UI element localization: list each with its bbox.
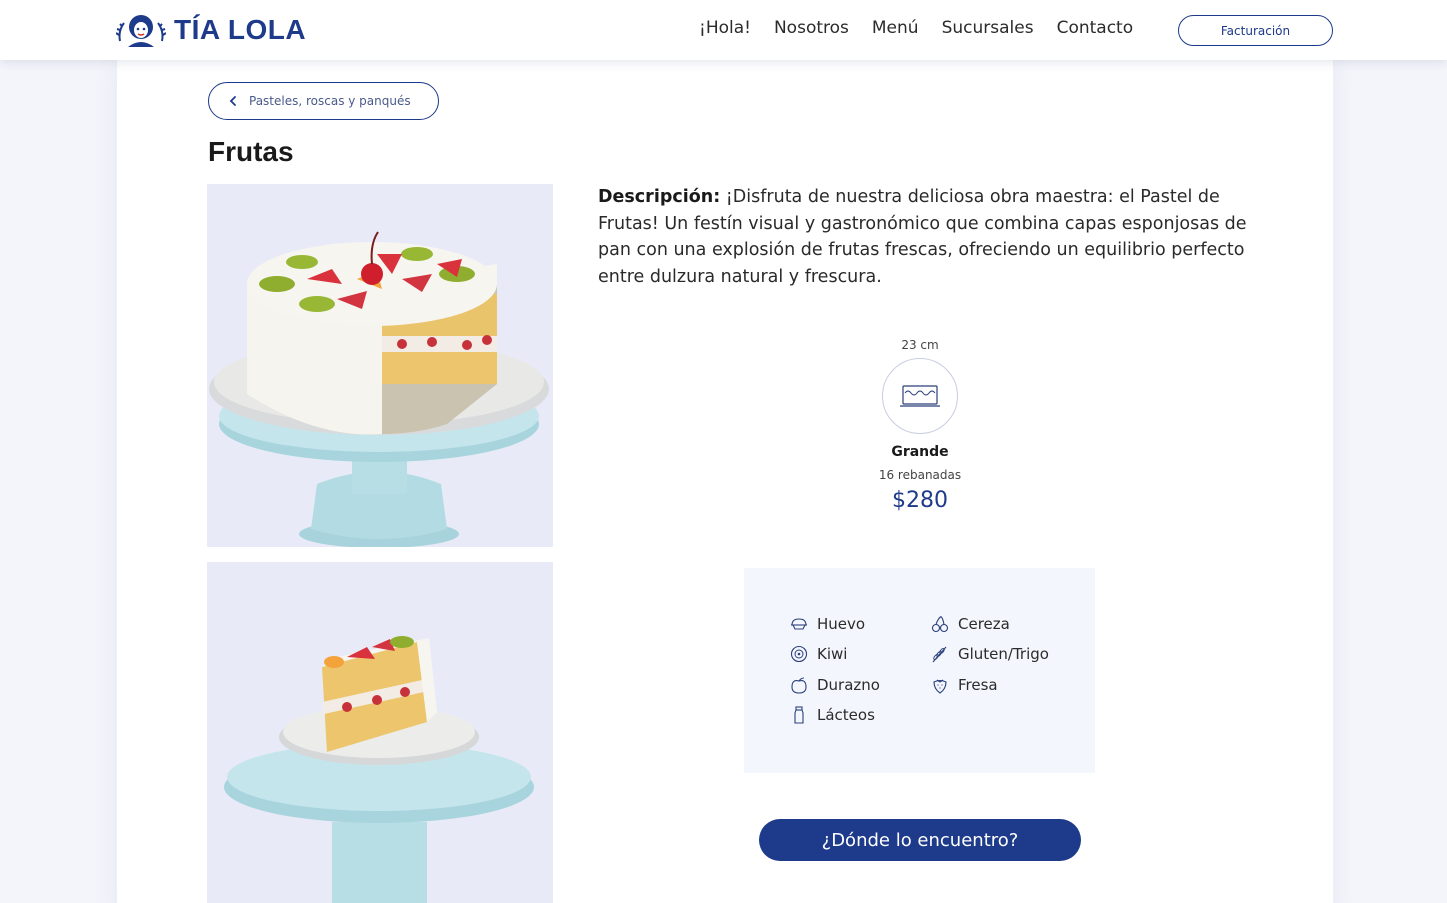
ingredient-item: Cereza bbox=[931, 615, 1010, 633]
brand-name: TÍA LOLA bbox=[174, 14, 307, 45]
billing-button[interactable]: Facturación bbox=[1178, 15, 1333, 46]
ingredient-label: Huevo bbox=[817, 615, 866, 633]
ingredient-item: Lácteos bbox=[790, 706, 875, 724]
nav-item-contacto[interactable]: Contacto bbox=[1057, 18, 1134, 38]
ingredient-label: Lácteos bbox=[817, 706, 875, 724]
product-photo-slice bbox=[207, 562, 553, 903]
ingredient-label: Gluten/Trigo bbox=[958, 645, 1049, 663]
egg-icon bbox=[791, 618, 807, 630]
size-option[interactable]: 23 cm Grande 16 rebanadas $280 bbox=[820, 338, 1020, 513]
ingredient-item: Huevo bbox=[790, 615, 865, 633]
nav-item-nosotros[interactable]: Nosotros bbox=[774, 18, 849, 38]
brand-logo[interactable]: TÍA LOLA bbox=[116, 11, 306, 49]
nav-item-menu[interactable]: Menú bbox=[872, 18, 919, 38]
product-title: Frutas bbox=[208, 136, 294, 167]
ingredients-panel bbox=[744, 568, 1095, 773]
nav-item-sucursales[interactable]: Sucursales bbox=[942, 18, 1034, 38]
where-to-find-button[interactable]: ¿Dónde lo encuentro? bbox=[759, 819, 1081, 861]
size-icon-circle bbox=[882, 358, 958, 434]
strawberry-icon bbox=[933, 679, 947, 694]
ingredient-item: Gluten/Trigo bbox=[931, 645, 1049, 663]
ingredient-item: Kiwi bbox=[790, 645, 847, 663]
product-description: Descripción: ¡Disfruta de nuestra delici… bbox=[598, 184, 1258, 290]
ingredient-item: Durazno bbox=[790, 676, 880, 694]
size-slices: 16 rebanadas bbox=[878, 468, 962, 482]
size-name: Grande bbox=[891, 444, 949, 460]
ingredient-label: Durazno bbox=[817, 676, 880, 694]
ingredient-label: Cereza bbox=[958, 615, 1010, 633]
cake-whole-image bbox=[207, 184, 553, 547]
chevron-left-icon bbox=[229, 96, 236, 106]
back-to-category-button[interactable]: Pasteles, roscas y panqués bbox=[208, 82, 439, 120]
tia-lola-logo-icon bbox=[116, 15, 166, 47]
nav-item-hola[interactable]: ¡Hola! bbox=[699, 18, 751, 38]
cake-slice-image bbox=[207, 562, 553, 903]
cherry-icon bbox=[931, 616, 949, 633]
milk-bottle-icon bbox=[794, 706, 804, 724]
site-header: TÍA LOLA ¡Hola! Nosotros Menú Sucursales… bbox=[0, 0, 1447, 60]
description-label: Descripción: bbox=[598, 187, 721, 207]
ingredient-label: Fresa bbox=[958, 676, 998, 694]
back-label: Pasteles, roscas y panqués bbox=[249, 94, 411, 108]
product-photo-whole bbox=[207, 184, 553, 547]
ingredient-label: Kiwi bbox=[817, 645, 848, 663]
peach-icon bbox=[791, 677, 807, 694]
main-nav: ¡Hola! Nosotros Menú Sucursales Contacto bbox=[699, 18, 1156, 38]
ingredient-item: Fresa bbox=[931, 676, 998, 694]
cake-size-icon bbox=[900, 385, 940, 407]
wheat-icon bbox=[932, 646, 947, 663]
size-price: $280 bbox=[892, 488, 948, 513]
kiwi-icon bbox=[790, 645, 808, 663]
size-diameter: 23 cm bbox=[901, 338, 939, 352]
